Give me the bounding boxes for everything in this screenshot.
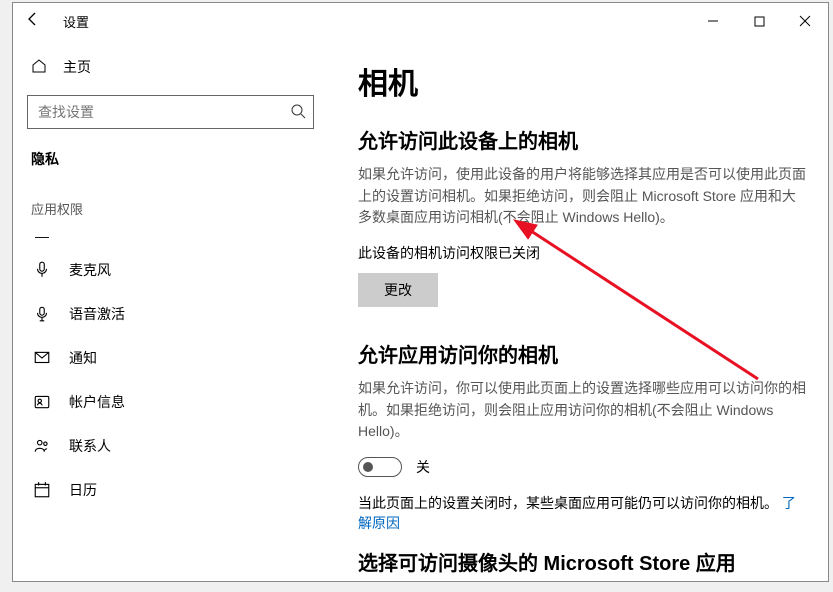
title-bar: 设置 [13,3,828,39]
title-bar-left: 设置 [13,11,89,32]
home-nav[interactable]: 主页 [13,49,328,85]
settings-window: 设置 主页 [12,2,829,582]
window-body: 主页 隐私 应用权限 — x 麦克风 [13,39,828,581]
search-wrap [27,95,314,129]
search-input[interactable] [27,95,314,129]
window-title: 设置 [63,12,89,31]
close-button[interactable] [782,3,828,39]
toggle-state-label: 关 [416,457,430,477]
section1-heading: 允许访问此设备上的相机 [358,125,808,154]
page-title: 相机 [358,59,808,103]
toggle-thumb [363,462,373,472]
maximize-button[interactable] [736,3,782,39]
microphone-icon [33,261,51,279]
toggle-track [358,457,402,477]
sidebar-item-label: 麦克风 [69,260,111,280]
sidebar-item-microphone[interactable]: 麦克风 [13,248,328,292]
change-button[interactable]: 更改 [358,273,438,307]
desktop-apps-note: 当此页面上的设置关闭时，某些桌面应用可能仍可以访问你的相机。 了解原因 [358,493,808,533]
sidebar-item-truncated[interactable]: — x [13,224,328,248]
sidebar-item-notifications[interactable]: 通知 [13,336,328,380]
group-app-permissions: 应用权限 [13,187,328,224]
sidebar-item-calendar[interactable]: 日历 [13,468,328,512]
section-privacy-label: 隐私 [13,145,328,187]
section3-heading: 选择可访问摄像头的 Microsoft Store 应用 [358,547,808,576]
sidebar-item-label: 日历 [69,480,97,500]
home-icon [31,58,47,77]
sidebar-item-label: 语音激活 [69,304,125,324]
window-controls [690,3,828,39]
calendar-icon [33,481,51,499]
home-label: 主页 [63,57,91,77]
sidebar-item-label: 联系人 [69,436,111,456]
dash-icon: — [33,227,51,245]
section2-heading: 允许应用访问你的相机 [358,339,808,368]
camera-access-status: 此设备的相机访问权限已关闭 [358,243,808,263]
sidebar-item-account-info[interactable]: 帐户信息 [13,380,328,424]
section2-description: 如果允许访问，你可以使用此页面上的设置选择哪些应用可以访问你的相机。如果拒绝访问… [358,378,808,443]
notification-icon [33,349,51,367]
section1-description: 如果允许访问，使用此设备的用户将能够选择其应用是否可以使用此页面上的设置访问相机… [358,164,808,229]
sidebar-item-label: 帐户信息 [69,392,125,412]
voice-icon [33,305,51,323]
search-icon [290,103,306,124]
sidebar: 主页 隐私 应用权限 — x 麦克风 [13,39,328,581]
minimize-button[interactable] [690,3,736,39]
note-text: 当此页面上的设置关闭时，某些桌面应用可能仍可以访问你的相机。 [358,495,778,511]
sidebar-item-label: 通知 [69,348,97,368]
contacts-icon [33,437,51,455]
back-button[interactable] [23,11,43,32]
account-icon [33,393,51,411]
content-pane: 相机 允许访问此设备上的相机 如果允许访问，使用此设备的用户将能够选择其应用是否… [328,39,828,581]
sidebar-item-contacts[interactable]: 联系人 [13,424,328,468]
apps-access-toggle[interactable]: 关 [358,457,808,477]
sidebar-item-voice-activation[interactable]: 语音激活 [13,292,328,336]
